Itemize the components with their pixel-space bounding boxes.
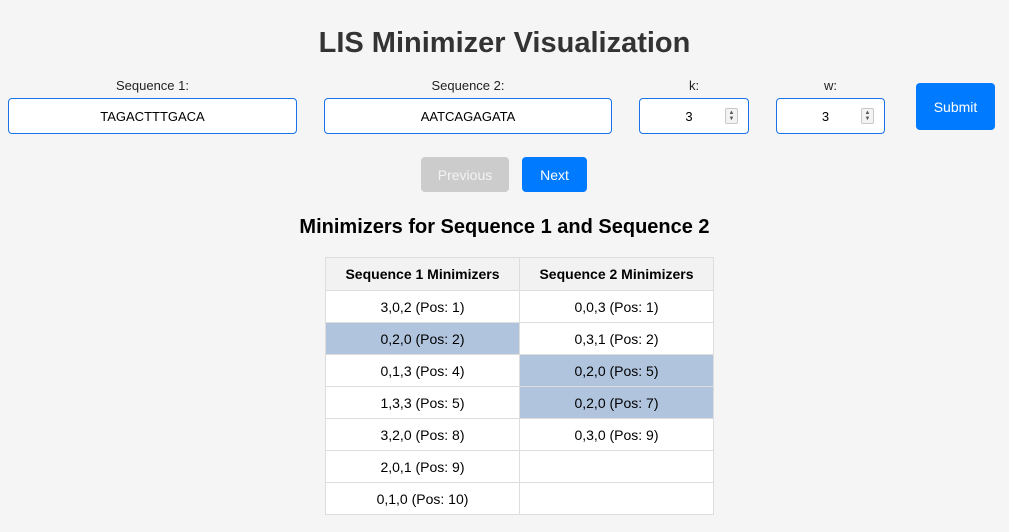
sequence-1-minimizer-cell: 0,2,0 (Pos: 2) <box>325 322 520 355</box>
k-input[interactable]: 3 ▲ ▼ <box>639 98 749 134</box>
table-row: 3,0,2 (Pos: 1) 0,0,3 (Pos: 1) <box>325 290 714 323</box>
next-button[interactable]: Next <box>522 157 587 192</box>
sequence-1-input[interactable] <box>8 98 297 134</box>
table-row: 1,3,3 (Pos: 5) 0,2,0 (Pos: 7) <box>325 386 714 419</box>
previous-button[interactable]: Previous <box>421 157 509 192</box>
w-value: 3 <box>821 108 830 124</box>
sequence-2-minimizer-cell <box>519 450 714 483</box>
column-header-sequence-2: Sequence 2 Minimizers <box>519 257 714 291</box>
w-label: w: <box>824 78 837 93</box>
sequence-1-minimizer-cell: 0,1,3 (Pos: 4) <box>325 354 520 387</box>
table-row: 0,1,0 (Pos: 10) <box>325 482 714 515</box>
table-row: 3,2,0 (Pos: 8) 0,3,0 (Pos: 9) <box>325 418 714 451</box>
section-title: Minimizers for Sequence 1 and Sequence 2 <box>299 216 710 238</box>
table-row: 2,0,1 (Pos: 9) <box>325 450 714 483</box>
k-value: 3 <box>685 108 693 124</box>
sequence-1-minimizer-cell: 0,1,0 (Pos: 10) <box>325 482 520 515</box>
sequence-2-minimizer-cell: 0,2,0 (Pos: 7) <box>519 386 714 419</box>
sequence-2-minimizer-cell: 0,2,0 (Pos: 5) <box>519 354 714 387</box>
table-row: 0,2,0 (Pos: 2) 0,3,1 (Pos: 2) <box>325 322 714 355</box>
sequence-2-label: Sequence 2: <box>431 78 505 93</box>
w-input[interactable]: 3 ▲ ▼ <box>776 98 885 134</box>
sequence-2-input[interactable] <box>324 98 612 134</box>
sequence-1-field: Sequence 1: <box>8 78 297 134</box>
sequence-2-minimizer-cell: 0,3,0 (Pos: 9) <box>519 418 714 451</box>
w-stepper-icon[interactable]: ▲ ▼ <box>861 108 874 124</box>
sequence-1-label: Sequence 1: <box>115 78 189 93</box>
sequence-1-minimizer-cell: 3,0,2 (Pos: 1) <box>325 290 520 323</box>
sequence-2-minimizer-cell: 0,3,1 (Pos: 2) <box>519 322 714 355</box>
table-row: 0,1,3 (Pos: 4) 0,2,0 (Pos: 5) <box>325 354 714 387</box>
sequence-2-minimizer-cell: 0,0,3 (Pos: 1) <box>519 290 714 323</box>
sequence-1-minimizer-cell: 1,3,3 (Pos: 5) <box>325 386 520 419</box>
sequence-1-minimizer-cell: 2,0,1 (Pos: 9) <box>325 450 520 483</box>
k-field: k: 3 ▲ ▼ <box>639 78 749 134</box>
submit-button[interactable]: Submit <box>916 83 995 130</box>
page-title: LIS Minimizer Visualization <box>318 27 691 59</box>
column-header-sequence-1: Sequence 1 Minimizers <box>325 257 520 291</box>
k-label: k: <box>688 78 700 93</box>
w-field: w: 3 ▲ ▼ <box>776 78 885 134</box>
table-header-row: Sequence 1 Minimizers Sequence 2 Minimiz… <box>325 257 714 291</box>
sequence-1-minimizer-cell: 3,2,0 (Pos: 8) <box>325 418 520 451</box>
minimizers-table: Sequence 1 Minimizers Sequence 2 Minimiz… <box>325 257 714 515</box>
sequence-2-field: Sequence 2: <box>324 78 612 134</box>
k-stepper-icon[interactable]: ▲ ▼ <box>725 108 738 124</box>
sequence-2-minimizer-cell <box>519 482 714 515</box>
